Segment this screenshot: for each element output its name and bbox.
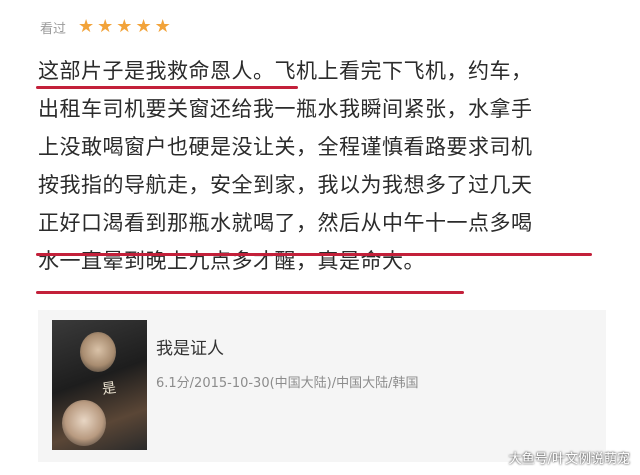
star-icon: ★	[154, 16, 171, 37]
poster-figure	[62, 400, 106, 446]
seen-label: 看过	[40, 21, 67, 37]
star-icon: ★	[135, 16, 152, 37]
star-icon: ★	[97, 16, 114, 37]
movie-meta: 6.1分/2015-10-30(中国大陆)/中国大陆/韩国	[156, 376, 419, 391]
star-icon: ★	[116, 16, 133, 37]
watermark: 大鱼号/叶文例说萌宠	[508, 452, 630, 467]
movie-card[interactable]: 是 我是证人 6.1分/2015-10-30(中国大陆)/中国大陆/韩国	[38, 310, 606, 462]
movie-title[interactable]: 我是证人	[156, 334, 224, 359]
highlight-underline	[36, 86, 298, 89]
highlight-underline	[36, 291, 464, 294]
review-line: 正好口渴看到那瓶水就喝了，然后从中午十一点多喝	[38, 211, 533, 235]
review-line: 上没敢喝窗户也硬是没让关，全程谨慎看路要求司机	[38, 135, 533, 159]
star-icon: ★	[78, 16, 95, 37]
review-header: 看过 ★ ★ ★ ★ ★	[40, 14, 171, 40]
movie-poster[interactable]: 是	[52, 320, 147, 450]
rating-stars: ★ ★ ★ ★ ★	[78, 18, 171, 36]
review-line: 水一直晕到晚上九点多才醒，真是命大。	[38, 249, 425, 273]
poster-script: 是	[101, 380, 118, 398]
review-line: 出租车司机要关窗还给我一瓶水我瞬间紧张，水拿手	[38, 97, 533, 121]
review-line: 按我指的导航走，安全到家，我以为我想多了过几天	[38, 173, 533, 197]
poster-figure	[80, 332, 116, 372]
highlight-underline	[36, 253, 592, 256]
review-line: 这部片子是我救命恩人。飞机上看完下飞机，约车，	[38, 59, 533, 83]
